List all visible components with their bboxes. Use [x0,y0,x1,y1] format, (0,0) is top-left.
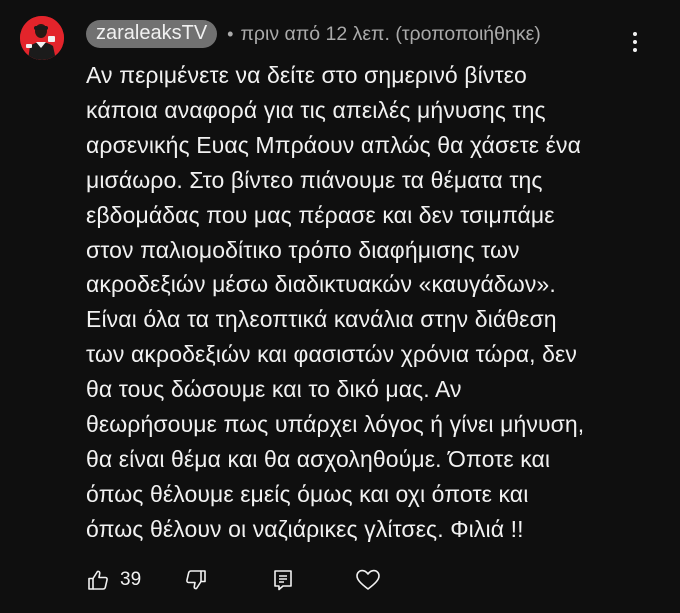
comment-text: Αν περιμένετε να δείτε στο σημερινό βίντ… [86,62,585,542]
menu-dot [633,32,637,36]
comment-thread: zaraleaksTV • πριν από 12 λεπ. (τροποποι… [0,0,680,613]
reply-icon [274,570,292,591]
heart-icon [356,569,380,590]
author-avatar[interactable] [20,16,64,60]
thumbs-down-icon [186,570,206,590]
thumbs-up-icon [88,570,108,590]
avatar-image [20,16,64,60]
comment-header: zaraleaksTV • πριν από 12 λεπ. (τροποποι… [86,20,541,48]
meta-separator: • [227,23,234,44]
like-button[interactable]: 39 [86,565,141,595]
heart-button[interactable] [355,565,381,595]
dislike-button[interactable] [184,565,208,595]
comment-timestamp[interactable]: πριν από 12 λεπ. (τροποποιήθηκε) [240,23,540,46]
menu-dot [633,48,637,52]
more-actions-icon[interactable] [628,30,642,54]
author-name[interactable]: zaraleaksTV [86,20,218,48]
menu-dot [633,40,637,44]
reply-button[interactable] [271,565,295,595]
like-count: 39 [120,569,142,590]
